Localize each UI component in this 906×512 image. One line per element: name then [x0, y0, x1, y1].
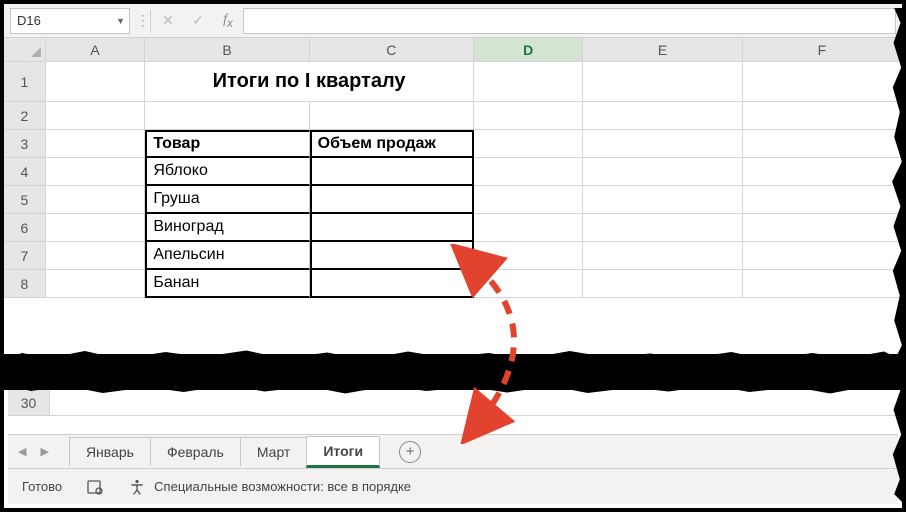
cell-E3[interactable] [583, 130, 742, 158]
cell-B8[interactable]: Банан [145, 270, 309, 298]
row-header-4[interactable]: 4 [4, 158, 46, 186]
cell-B4[interactable]: Яблоко [145, 158, 309, 186]
cell-E1[interactable] [583, 62, 742, 102]
tab-nav-next-icon[interactable]: ▶ [40, 445, 48, 458]
cell-C3[interactable]: Объем продаж [310, 130, 474, 158]
cell-D2[interactable] [474, 102, 584, 130]
cell-A4[interactable] [46, 158, 146, 186]
cell-A2[interactable] [46, 102, 146, 130]
cell-B5[interactable]: Груша [145, 186, 309, 214]
cell-D6[interactable] [474, 214, 584, 242]
col-header-E[interactable]: E [583, 38, 742, 61]
row-header-1[interactable]: 1 [4, 62, 46, 102]
cell-B2[interactable] [145, 102, 309, 130]
macro-record-icon[interactable] [86, 478, 104, 496]
row-header-7[interactable]: 7 [4, 242, 46, 270]
cell-F8[interactable] [743, 270, 902, 298]
status-accessibility: Специальные возможности: все в порядке [154, 479, 411, 494]
row-header-6[interactable]: 6 [4, 214, 46, 242]
spreadsheet-grid: A B C D E F 1 Итоги по I кварталу 2 3 То… [4, 38, 902, 298]
cell-B1-title[interactable]: Итоги по I кварталу [145, 62, 473, 102]
lower-grid-strip: 30 [8, 390, 898, 416]
cell-F3[interactable] [743, 130, 902, 158]
cell-C5[interactable] [310, 186, 474, 214]
add-sheet-icon[interactable]: + [399, 441, 421, 463]
formula-input[interactable] [243, 8, 896, 34]
select-all-corner[interactable] [4, 38, 46, 61]
cell-E4[interactable] [583, 158, 742, 186]
cell-D8[interactable] [474, 270, 584, 298]
cancel-icon[interactable]: ✕ [153, 12, 183, 29]
cell-A8[interactable] [46, 270, 146, 298]
row-header-2[interactable]: 2 [4, 102, 46, 130]
cell-D3[interactable] [474, 130, 584, 158]
torn-gap-divider [4, 354, 902, 390]
cell-B6[interactable]: Виноград [145, 214, 309, 242]
expand-dots-icon[interactable]: ⋮ [136, 12, 148, 29]
cell-F5[interactable] [743, 186, 902, 214]
cell-C2[interactable] [310, 102, 474, 130]
cell-A1[interactable] [46, 62, 146, 102]
fx-icon[interactable]: fx [213, 12, 243, 30]
cell-E6[interactable] [583, 214, 742, 242]
tab-nav-prev-icon[interactable]: ◀ [18, 445, 26, 458]
col-header-C[interactable]: C [310, 38, 474, 61]
formula-bar: D16 ▼ ⋮ ✕ ✓ fx [4, 4, 902, 38]
col-header-A[interactable]: A [46, 38, 146, 61]
chevron-down-icon[interactable]: ▼ [116, 16, 125, 26]
cell-C7[interactable] [310, 242, 474, 270]
cell-D4[interactable] [474, 158, 584, 186]
sheet-tab-totals[interactable]: Итоги [306, 436, 380, 468]
status-bar: Готово Специальные возможности: все в по… [8, 468, 898, 504]
cell-D1[interactable] [474, 62, 584, 102]
cell-A7[interactable] [46, 242, 146, 270]
cell-B3[interactable]: Товар [145, 130, 309, 158]
cell-F6[interactable] [743, 214, 902, 242]
row-header-8[interactable]: 8 [4, 270, 46, 298]
cell-A5[interactable] [46, 186, 146, 214]
row-header-3[interactable]: 3 [4, 130, 46, 158]
cell-F2[interactable] [743, 102, 902, 130]
row-header-30[interactable]: 30 [8, 390, 50, 416]
cell-C6[interactable] [310, 214, 474, 242]
cell-C4[interactable] [310, 158, 474, 186]
sheet-tabs-bar: ◀ ▶ Январь Февраль Март Итоги + [8, 434, 898, 468]
sheet-tab-march[interactable]: Март [240, 437, 308, 466]
cell-B7[interactable]: Апельсин [145, 242, 309, 270]
cell-A6[interactable] [46, 214, 146, 242]
accessibility-icon[interactable] [128, 478, 146, 496]
cell-C8[interactable] [310, 270, 474, 298]
row-header-5[interactable]: 5 [4, 186, 46, 214]
col-header-B[interactable]: B [145, 38, 309, 61]
status-ready: Готово [22, 479, 62, 494]
sheet-tab-january[interactable]: Январь [69, 437, 151, 466]
cell-D5[interactable] [474, 186, 584, 214]
row-30-cells[interactable] [50, 390, 898, 416]
name-box[interactable]: D16 ▼ [10, 8, 130, 34]
col-header-D[interactable]: D [474, 38, 584, 61]
enter-icon[interactable]: ✓ [183, 12, 213, 29]
cell-F7[interactable] [743, 242, 902, 270]
cell-F4[interactable] [743, 158, 902, 186]
cell-E5[interactable] [583, 186, 742, 214]
name-box-value: D16 [17, 13, 41, 28]
cell-F1[interactable] [743, 62, 902, 102]
cell-D7[interactable] [474, 242, 584, 270]
cell-E7[interactable] [583, 242, 742, 270]
cell-E2[interactable] [583, 102, 742, 130]
sheet-tab-february[interactable]: Февраль [150, 437, 241, 466]
divider [150, 10, 151, 32]
cell-E8[interactable] [583, 270, 742, 298]
cell-A3[interactable] [46, 130, 146, 158]
col-header-F[interactable]: F [743, 38, 902, 61]
